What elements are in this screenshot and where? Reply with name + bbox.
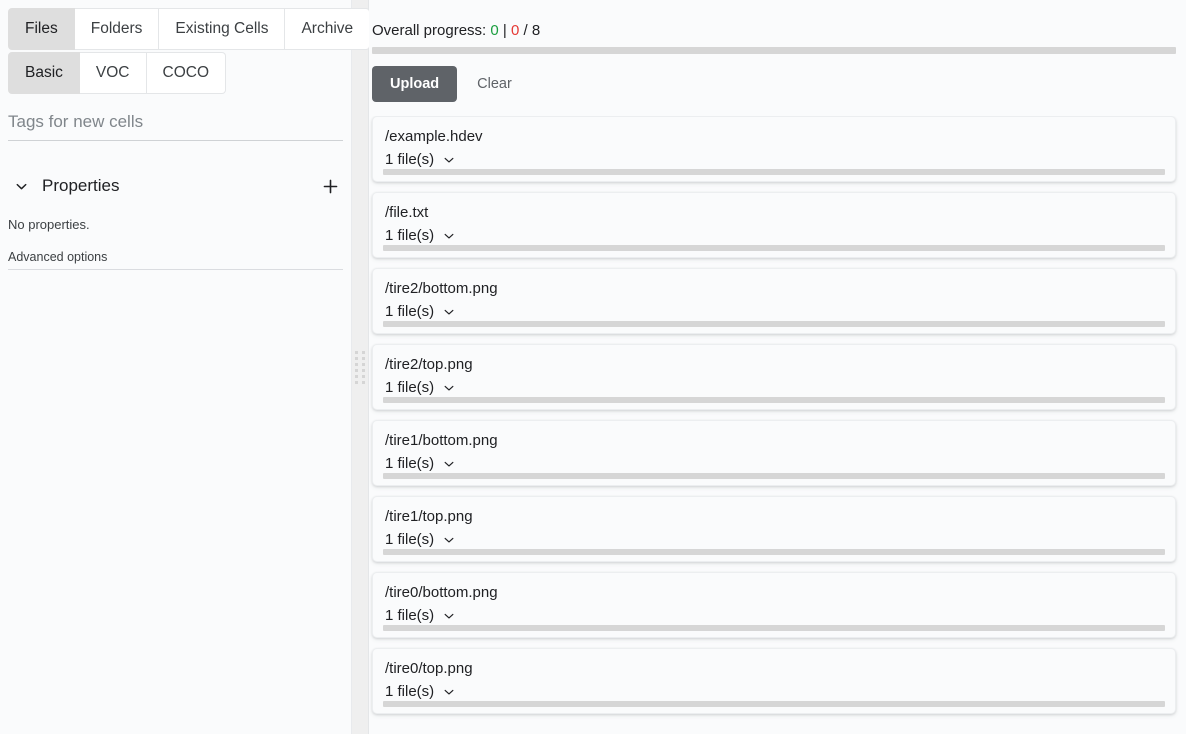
tab-label: Basic (25, 64, 63, 81)
chevron-down-icon[interactable] (8, 173, 34, 199)
file-path-label: /tire0/top.png (385, 659, 1163, 679)
overall-progress-bar (372, 47, 1176, 54)
chevron-down-icon (442, 685, 456, 699)
format-tabs: Basic VOC COCO (0, 50, 351, 94)
file-progress-bar (383, 245, 1165, 251)
file-count-toggle[interactable]: 1 file(s) (385, 378, 456, 398)
tab-archive[interactable]: Archive (285, 8, 370, 50)
file-count-label: 1 file(s) (385, 454, 434, 474)
upload-file-card: /file.txt 1 file(s) (372, 192, 1176, 258)
tab-folders[interactable]: Folders (75, 8, 160, 50)
tab-basic[interactable]: Basic (8, 52, 80, 94)
overall-progress-text: Overall progress: (372, 22, 486, 39)
overall-progress-label: Overall progress: 0 | 0 / 8 (369, 0, 1186, 39)
file-count-label: 1 file(s) (385, 682, 434, 702)
advanced-options-link[interactable]: Advanced options (8, 250, 343, 270)
upload-button[interactable]: Upload (372, 66, 457, 102)
file-progress-bar (383, 549, 1165, 555)
file-path-label: /file.txt (385, 203, 1163, 223)
tab-coco[interactable]: COCO (147, 52, 227, 94)
tab-existing-cells[interactable]: Existing Cells (159, 8, 285, 50)
no-properties-text: No properties. (8, 217, 343, 232)
progress-failed-count: 0 (511, 22, 519, 39)
chevron-down-icon (442, 457, 456, 471)
upload-file-card: /tire1/top.png 1 file(s) (372, 496, 1176, 562)
file-count-toggle[interactable]: 1 file(s) (385, 682, 456, 702)
left-panel-spacer (0, 270, 351, 734)
source-tabs: Files Folders Existing Cells Archive (0, 0, 351, 50)
file-path-label: /tire2/top.png (385, 355, 1163, 375)
file-count-toggle[interactable]: 1 file(s) (385, 606, 456, 626)
upload-dialog: Files Folders Existing Cells Archive Basic V… (0, 0, 1186, 734)
file-path-label: /tire1/top.png (385, 507, 1163, 527)
drag-handle-dots-icon (355, 351, 365, 384)
file-progress-bar (383, 701, 1165, 707)
chevron-down-icon (442, 533, 456, 547)
tab-label: COCO (163, 64, 210, 81)
tab-label: Archive (301, 20, 353, 37)
tab-label: VOC (96, 64, 130, 81)
clear-button[interactable]: Clear (463, 66, 526, 102)
chevron-down-icon (442, 609, 456, 623)
chevron-down-icon (442, 153, 456, 167)
progress-total-count: 8 (532, 22, 540, 39)
tab-label: Folders (91, 20, 143, 37)
file-count-label: 1 file(s) (385, 606, 434, 626)
file-count-label: 1 file(s) (385, 302, 434, 322)
chevron-down-icon (442, 305, 456, 319)
upload-file-card: /tire2/bottom.png 1 file(s) (372, 268, 1176, 334)
file-path-label: /tire0/bottom.png (385, 583, 1163, 603)
file-progress-bar (383, 169, 1165, 175)
plus-icon[interactable] (317, 173, 343, 199)
panel-splitter[interactable] (352, 0, 369, 734)
tab-voc[interactable]: VOC (80, 52, 147, 94)
upload-file-card: /tire1/bottom.png 1 file(s) (372, 420, 1176, 486)
file-count-toggle[interactable]: 1 file(s) (385, 530, 456, 550)
upload-file-card: /tire2/top.png 1 file(s) (372, 344, 1176, 410)
file-count-toggle[interactable]: 1 file(s) (385, 302, 456, 322)
upload-file-card: /tire0/top.png 1 file(s) (372, 648, 1176, 714)
file-path-label: /example.hdev (385, 127, 1163, 147)
properties-header: Properties (8, 173, 343, 199)
file-path-label: /tire2/bottom.png (385, 279, 1163, 299)
file-progress-bar (383, 473, 1165, 479)
file-count-label: 1 file(s) (385, 530, 434, 550)
progress-succeeded-count: 0 (490, 22, 498, 39)
upload-file-list: /example.hdev 1 file(s) /file.txt 1 file(s)… (369, 116, 1186, 734)
file-count-toggle[interactable]: 1 file(s) (385, 454, 456, 474)
upload-file-card: /example.hdev 1 file(s) (372, 116, 1176, 182)
file-count-label: 1 file(s) (385, 150, 434, 170)
action-row: Upload Clear (369, 54, 1186, 102)
file-count-label: 1 file(s) (385, 226, 434, 246)
tab-files[interactable]: Files (8, 8, 75, 50)
progress-separator: | (503, 22, 507, 39)
upload-file-card: /tire0/bottom.png 1 file(s) (372, 572, 1176, 638)
file-count-toggle[interactable]: 1 file(s) (385, 226, 456, 246)
left-panel: Files Folders Existing Cells Archive Basic V… (0, 0, 352, 734)
tags-input[interactable] (8, 110, 343, 134)
file-count-label: 1 file(s) (385, 378, 434, 398)
tab-label: Existing Cells (175, 20, 268, 37)
file-path-label: /tire1/bottom.png (385, 431, 1163, 451)
chevron-down-icon (442, 229, 456, 243)
upload-panel: Overall progress: 0 | 0 / 8 Upload Clear… (369, 0, 1186, 734)
file-progress-bar (383, 397, 1165, 403)
chevron-down-icon (442, 381, 456, 395)
progress-divider: / (524, 22, 528, 39)
tags-field-wrapper (8, 110, 343, 141)
tab-label: Files (25, 20, 58, 37)
file-count-toggle[interactable]: 1 file(s) (385, 150, 456, 170)
file-progress-bar (383, 625, 1165, 631)
properties-title: Properties (42, 176, 317, 196)
file-progress-bar (383, 321, 1165, 327)
